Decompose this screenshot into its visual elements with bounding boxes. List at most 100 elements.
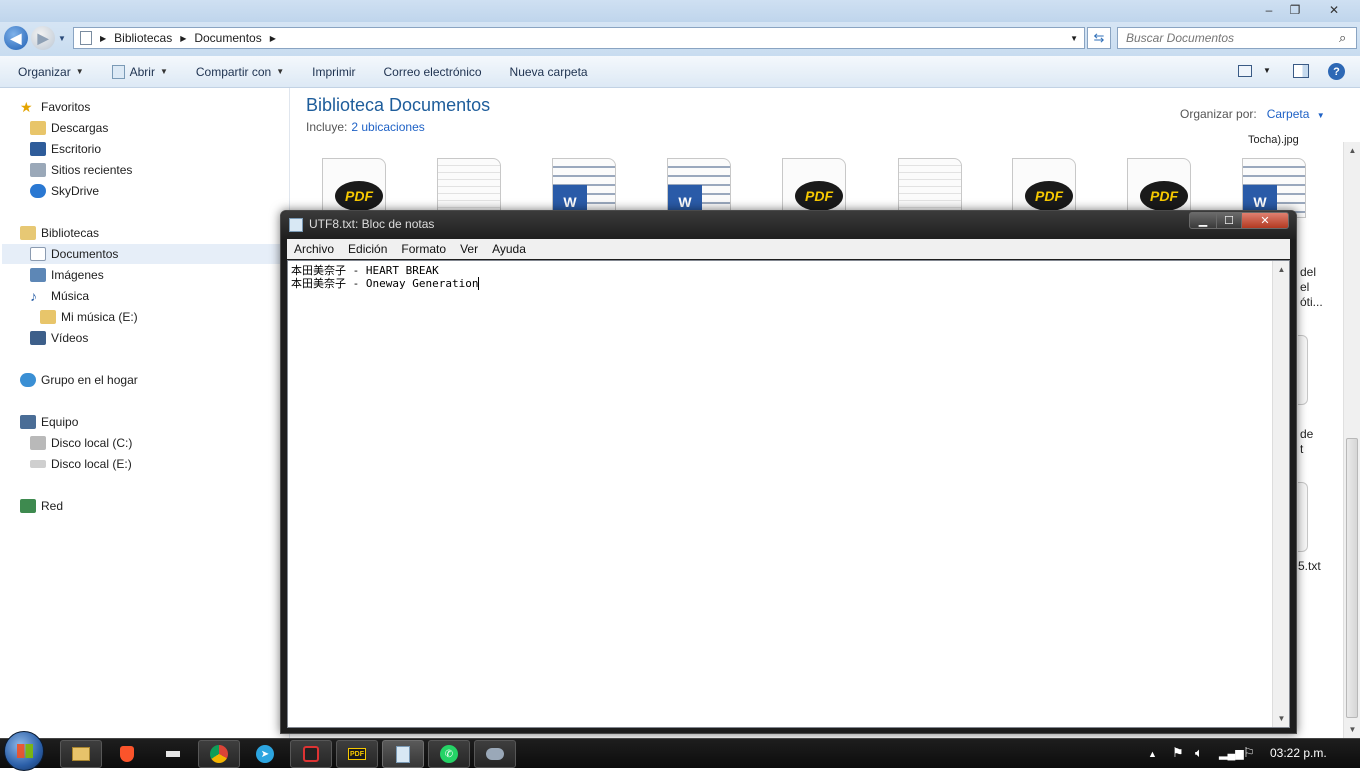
nav-label: Red bbox=[41, 499, 64, 513]
recent-pages-icon[interactable]: ▼ bbox=[58, 34, 66, 43]
file-icon-partial[interactable] bbox=[1298, 335, 1308, 405]
language-flag-icon[interactable]: ⚐ bbox=[1243, 745, 1255, 761]
file-item-txt[interactable] bbox=[894, 158, 962, 218]
notepad-titlebar[interactable]: UTF8.txt: Bloc de notas ▁ ☐ ✕ bbox=[281, 211, 1296, 239]
volume-icon[interactable]: 🔈︎ bbox=[1195, 745, 1203, 761]
refresh-button[interactable]: ⇆ bbox=[1087, 27, 1111, 49]
forward-button[interactable]: ▶ bbox=[31, 26, 55, 50]
show-hidden-icons[interactable]: ▲ bbox=[1148, 749, 1157, 759]
nav-bibliotecas[interactable]: Bibliotecas bbox=[20, 223, 99, 243]
network-signal-icon[interactable]: ▂▄▆ bbox=[1219, 747, 1244, 760]
menu-archivo[interactable]: Archivo bbox=[287, 242, 341, 256]
chevron-right-icon[interactable]: ▶ bbox=[100, 34, 106, 43]
file-item-word[interactable]: W bbox=[663, 158, 731, 219]
nav-imagenes[interactable]: Imágenes bbox=[30, 265, 104, 285]
nav-favoritos[interactable]: ★ Favoritos bbox=[20, 97, 90, 117]
vertical-scrollbar[interactable]: ▲ ▼ bbox=[1343, 142, 1360, 738]
nav-equipo[interactable]: Equipo bbox=[20, 412, 78, 432]
maximize-button[interactable]: ☐ bbox=[1216, 212, 1242, 229]
menu-edicion[interactable]: Edición bbox=[341, 242, 394, 256]
nav-grupo-hogar[interactable]: Grupo en el hogar bbox=[20, 370, 138, 390]
taskbar-terminal[interactable] bbox=[152, 740, 194, 768]
scroll-up-icon[interactable]: ▲ bbox=[1273, 261, 1290, 278]
nav-musica[interactable]: ♪ Música bbox=[30, 286, 89, 306]
nav-skydrive[interactable]: SkyDrive bbox=[30, 181, 99, 201]
file-item-word[interactable]: W bbox=[548, 158, 616, 219]
view-options-icon[interactable] bbox=[1238, 65, 1252, 77]
preview-pane-icon[interactable] bbox=[1293, 64, 1309, 78]
minimize-button[interactable]: ▁ bbox=[1189, 212, 1217, 229]
taskbar-camera-app[interactable] bbox=[290, 740, 332, 768]
file-item-word[interactable]: W bbox=[1238, 158, 1306, 219]
menu-ayuda[interactable]: Ayuda bbox=[485, 242, 533, 256]
breadcrumb-segment[interactable]: Bibliotecas bbox=[114, 31, 172, 45]
help-icon[interactable]: ? bbox=[1328, 63, 1345, 80]
minimize-button[interactable]: – bbox=[1256, 0, 1282, 19]
address-dropdown-icon[interactable]: ▼ bbox=[1070, 34, 1078, 43]
view-dropdown-icon[interactable]: ▼ bbox=[1263, 66, 1271, 75]
taskbar-explorer[interactable] bbox=[60, 740, 102, 768]
action-center-icon[interactable]: ⚑ bbox=[1172, 745, 1184, 761]
nav-disco-c[interactable]: Disco local (C:) bbox=[30, 433, 132, 453]
documents-library-icon bbox=[30, 247, 46, 261]
scroll-thumb[interactable] bbox=[1346, 438, 1358, 718]
taskbar-pdf-reader[interactable]: PDF bbox=[336, 740, 378, 768]
open-button[interactable]: Abrir ▼ bbox=[98, 56, 182, 88]
scroll-down-icon[interactable]: ▼ bbox=[1344, 721, 1360, 738]
nav-mi-musica[interactable]: Mi música (E:) bbox=[40, 307, 138, 327]
taskbar-whatsapp[interactable]: ✆ bbox=[428, 740, 470, 768]
email-button[interactable]: Correo electrónico bbox=[369, 56, 495, 88]
breadcrumb-segment[interactable]: Documentos bbox=[194, 31, 261, 45]
file-item-pdf[interactable]: PDF bbox=[318, 158, 386, 218]
new-folder-button[interactable]: Nueva carpeta bbox=[496, 56, 602, 88]
close-button[interactable]: ✕ bbox=[1241, 212, 1289, 229]
start-button[interactable] bbox=[4, 731, 44, 771]
maximize-button[interactable]: ❐ bbox=[1282, 0, 1308, 19]
chevron-down-icon[interactable]: ▼ bbox=[1317, 111, 1325, 120]
file-icon-partial[interactable] bbox=[1298, 482, 1308, 552]
nav-escritorio[interactable]: Escritorio bbox=[30, 139, 101, 159]
back-button[interactable]: ◀ bbox=[4, 26, 28, 50]
nav-label: Mi música (E:) bbox=[61, 310, 138, 324]
vertical-scrollbar[interactable]: ▲ ▼ bbox=[1272, 261, 1289, 727]
nav-disco-e[interactable]: Disco local (E:) bbox=[30, 454, 132, 474]
file-item-pdf[interactable]: PDF bbox=[778, 158, 846, 218]
scroll-down-icon[interactable]: ▼ bbox=[1273, 710, 1290, 727]
menu-formato[interactable]: Formato bbox=[394, 242, 453, 256]
search-icon[interactable]: ⌕ bbox=[1339, 30, 1355, 46]
arrange-value[interactable]: Carpeta bbox=[1267, 107, 1310, 121]
nav-label: Grupo en el hogar bbox=[41, 373, 138, 387]
close-button[interactable]: ✕ bbox=[1320, 0, 1348, 19]
text-editor[interactable]: 本田美奈子 - HEART BREAK 本田美奈子 - Oneway Genera… bbox=[287, 260, 1290, 728]
gamepad-icon bbox=[486, 748, 504, 760]
chevron-right-icon[interactable]: ▶ bbox=[180, 34, 186, 43]
nav-videos[interactable]: Vídeos bbox=[30, 328, 88, 348]
address-box[interactable]: ▶ Bibliotecas ▶ Documentos ▶ ▼ bbox=[73, 27, 1085, 49]
nav-documentos[interactable]: Documentos bbox=[2, 244, 288, 264]
locations-link[interactable]: 2 ubicaciones bbox=[351, 120, 424, 134]
print-button[interactable]: Imprimir bbox=[298, 56, 369, 88]
editor-content[interactable]: 本田美奈子 - HEART BREAK 本田美奈子 - Oneway Genera… bbox=[291, 264, 480, 290]
search-input[interactable] bbox=[1117, 27, 1357, 49]
notepad-icon[interactable] bbox=[289, 218, 303, 232]
chevron-right-icon[interactable]: ▶ bbox=[270, 34, 276, 43]
taskbar-game-app[interactable] bbox=[474, 740, 516, 768]
taskbar-chrome[interactable] bbox=[198, 740, 240, 768]
file-item-pdf[interactable]: PDF bbox=[1123, 158, 1191, 218]
arrange-by[interactable]: Organizar por: Carpeta ▼ bbox=[1180, 107, 1325, 121]
nav-sitios-recientes[interactable]: Sitios recientes bbox=[30, 160, 132, 180]
taskbar-brave[interactable] bbox=[106, 740, 148, 768]
share-button[interactable]: Compartir con ▼ bbox=[182, 56, 298, 88]
nav-red[interactable]: Red bbox=[20, 496, 63, 516]
clock[interactable]: 03:22 p.m. bbox=[1270, 746, 1327, 760]
menu-ver[interactable]: Ver bbox=[453, 242, 485, 256]
nav-descargas[interactable]: Descargas bbox=[30, 118, 108, 138]
scroll-up-icon[interactable]: ▲ bbox=[1344, 142, 1360, 159]
file-item-pdf[interactable]: PDF bbox=[1008, 158, 1076, 218]
taskbar-notepad[interactable] bbox=[382, 740, 424, 768]
organize-button[interactable]: Organizar ▼ bbox=[0, 56, 98, 88]
taskbar-telegram[interactable]: ➤ bbox=[244, 740, 286, 768]
network-icon bbox=[20, 499, 36, 513]
file-item-txt[interactable] bbox=[433, 158, 501, 218]
file-icon-word: W bbox=[667, 158, 731, 219]
